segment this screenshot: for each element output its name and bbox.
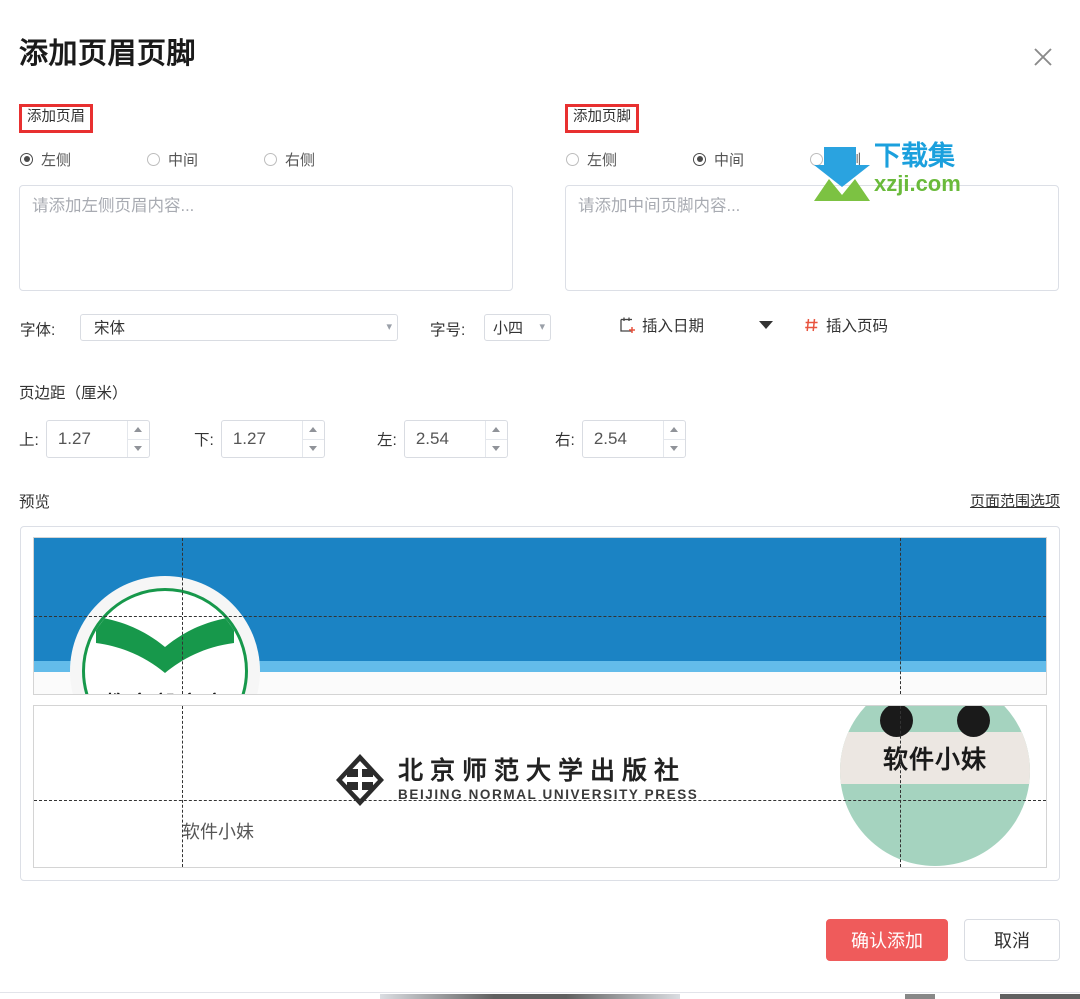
close-icon[interactable] — [1026, 40, 1060, 74]
header-position-right-label: 右侧 — [285, 151, 316, 169]
insert-date-button[interactable]: 插入日期 — [619, 314, 704, 336]
footer-content-input[interactable] — [565, 184, 1059, 291]
margin-right-input[interactable] — [582, 428, 663, 450]
radio-dot-icon — [20, 152, 33, 166]
font-family-value: 宋体 — [94, 320, 126, 338]
preview-page-bottom: 北京师范大学出版社 BEIJING NORMAL UNIVERSITY PRES… — [33, 705, 1047, 868]
radio-dot-icon — [566, 152, 579, 166]
confirm-add-button[interactable]: 确认添加 — [826, 919, 948, 961]
margin-bottom-input[interactable] — [221, 428, 302, 450]
margin-top-stepper[interactable] — [45, 420, 150, 458]
mascot-name: 软件小妹 — [882, 745, 987, 774]
publisher-text: 北京师范大学出版社 BEIJING NORMAL UNIVERSITY PRES… — [398, 758, 698, 802]
spin-down-icon[interactable] — [486, 440, 507, 458]
mascot-avatar: 软件小妹 — [840, 706, 1030, 866]
header-content-input[interactable] — [19, 184, 513, 291]
header-position-left-label: 左侧 — [41, 151, 72, 169]
publisher-name-cn: 北京师范大学出版社 — [398, 756, 687, 786]
chevron-down-icon[interactable] — [759, 320, 773, 329]
footer-position-left[interactable]: 左侧 — [566, 149, 617, 170]
dialog-title-bar: 添加页眉页脚 — [0, 0, 1080, 96]
footer-position-radio-group: 左侧 中间 右侧 — [565, 149, 1061, 171]
margin-bottom-stepper[interactable] — [220, 420, 325, 458]
margin-right-label: 右: — [555, 432, 575, 449]
mascot-eye-left — [880, 706, 913, 737]
radio-dot-icon — [810, 152, 823, 166]
margin-left-label: 左: — [377, 432, 397, 449]
font-size-value: 小四 — [493, 319, 524, 337]
font-family-select[interactable]: 宋体 ▾ — [80, 313, 398, 341]
margin-left-field: 左: — [377, 420, 508, 458]
header-position-center[interactable]: 中间 — [147, 149, 198, 170]
margins-title: 页边距（厘米） — [19, 385, 128, 402]
footer-settings-column: 添加页脚 左侧 中间 右侧 请添加中间页脚内容... 插入日期 插入页码 — [565, 104, 1061, 342]
margin-right-spin-buttons — [662, 421, 685, 458]
margin-bottom-spin-buttons — [301, 421, 324, 458]
margin-left-spin-buttons — [484, 421, 507, 458]
header-position-left[interactable]: 左侧 — [20, 149, 71, 170]
preview-page-top: 教育部审定 — [33, 537, 1047, 695]
publisher-name-en: BEIJING NORMAL UNIVERSITY PRESS — [398, 787, 699, 803]
margin-left-input[interactable] — [404, 428, 485, 450]
footer-position-right[interactable]: 右侧 — [810, 149, 861, 170]
margin-top-spin-buttons — [126, 421, 149, 458]
spin-up-icon[interactable] — [302, 421, 324, 440]
calendar-plus-icon — [620, 317, 635, 333]
chevron-down-icon: ▾ — [386, 320, 392, 333]
spin-down-icon[interactable] — [128, 440, 149, 458]
margin-right-field: 右: — [555, 420, 686, 458]
footer-position-left-label: 左侧 — [587, 151, 618, 169]
spin-down-icon[interactable] — [303, 440, 324, 458]
cancel-button[interactable]: 取消 — [964, 919, 1060, 961]
footer-position-center[interactable]: 中间 — [693, 149, 744, 170]
dialog-footer-actions: 确认添加 取消 — [826, 919, 1060, 961]
add-header-label: 添加页眉 — [19, 104, 93, 133]
mascot-eye-right — [957, 706, 990, 737]
header-settings-column: 添加页眉 左侧 中间 右侧 字体: 宋体 ▾ 字号: — [19, 104, 551, 342]
header-position-center-label: 中间 — [168, 151, 199, 169]
publisher-logo: 北京师范大学出版社 BEIJING NORMAL UNIVERSITY PRES… — [334, 752, 698, 808]
page-range-options-link[interactable]: 页面范围选项 — [970, 490, 1060, 511]
cutoff-ink-right — [1000, 994, 1080, 999]
footer-preview-text: 软件小妹 — [182, 822, 254, 843]
insert-page-number-label: 插入页码 — [826, 317, 889, 335]
header-position-right[interactable]: 右侧 — [264, 149, 315, 170]
margin-bottom-field: 下: — [194, 420, 325, 458]
margin-left-stepper[interactable] — [403, 420, 508, 458]
margin-top-input[interactable] — [46, 428, 127, 450]
cutoff-ink-center — [380, 994, 680, 999]
seal-text: 教育部审定 — [85, 687, 245, 694]
footer-position-center-label: 中间 — [714, 151, 745, 169]
preview-panel: 教育部审定 北京师范大学出版社 BEIJING NO — [20, 526, 1060, 881]
radio-dot-icon — [147, 152, 160, 166]
header-font-controls: 字体: 宋体 ▾ 字号: 小四 ▾ — [19, 313, 551, 342]
footer-position-right-label: 右侧 — [831, 151, 862, 169]
insert-page-number-button[interactable]: 插入页码 — [804, 314, 888, 336]
header-position-radio-group: 左侧 中间 右侧 — [19, 149, 515, 171]
radio-dot-icon — [693, 152, 706, 166]
margin-right-stepper[interactable] — [581, 420, 686, 458]
chevron-down-icon: ▾ — [539, 320, 545, 333]
page-title: 添加页眉页脚 — [19, 38, 197, 70]
spin-up-icon[interactable] — [663, 421, 685, 440]
page-number-icon — [805, 318, 818, 331]
add-header-footer-dialog: 添加页眉页脚 添加页眉 左侧 中间 右侧 字体: — [0, 0, 1080, 999]
spin-up-icon[interactable] — [127, 421, 149, 440]
margin-bottom-label: 下: — [194, 432, 214, 449]
insert-date-label: 插入日期 — [642, 317, 705, 335]
margin-top-field: 上: — [19, 420, 150, 458]
spin-up-icon[interactable] — [485, 421, 507, 440]
radio-dot-icon — [264, 152, 277, 166]
margin-top-label: 上: — [19, 432, 39, 449]
font-size-select[interactable]: 小四 ▾ — [484, 313, 551, 341]
cutoff-ink-right-small — [905, 994, 935, 999]
spin-down-icon[interactable] — [664, 440, 685, 458]
footer-insert-controls: 插入日期 插入页码 — [565, 314, 1061, 342]
font-label: 字体: — [20, 321, 56, 339]
publisher-diamond-icon — [336, 754, 384, 806]
font-size-label: 字号: — [430, 321, 466, 339]
add-footer-label: 添加页脚 — [565, 104, 639, 133]
preview-label: 预览 — [19, 494, 51, 511]
